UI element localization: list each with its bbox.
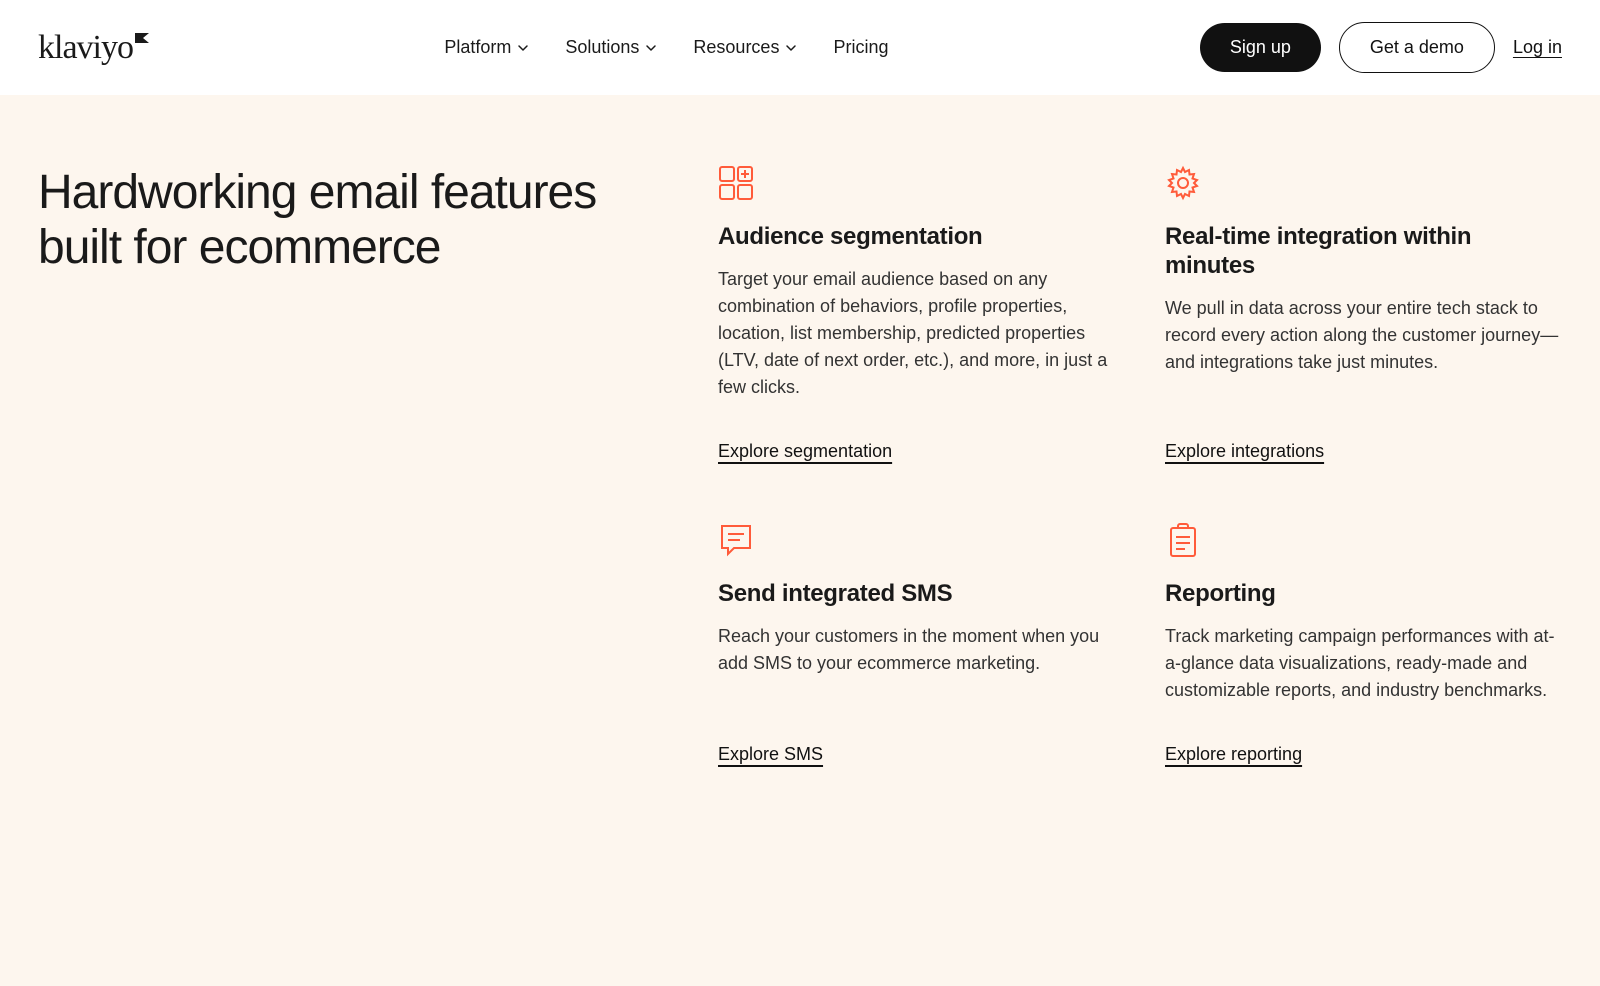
nav-item-platform[interactable]: Platform [444,37,529,58]
nav-item-resources[interactable]: Resources [693,37,797,58]
get-demo-button[interactable]: Get a demo [1339,22,1495,73]
grid-icon [718,165,754,201]
nav-label: Pricing [833,37,888,58]
nav-label: Solutions [565,37,639,58]
explore-segmentation-link[interactable]: Explore segmentation [718,441,892,462]
hero-section: Hardworking email features built for eco… [0,95,1600,986]
nav-label: Resources [693,37,779,58]
feature-title: Real-time integration within minutes [1165,223,1562,281]
feature-audience-segmentation: Audience segmentation Target your email … [718,165,1115,462]
chevron-down-icon [517,42,529,54]
nav-item-solutions[interactable]: Solutions [565,37,657,58]
clipboard-icon [1165,522,1201,558]
feature-realtime-integration: Real-time integration within minutes We … [1165,165,1562,462]
feature-reporting: Reporting Track marketing campaign perfo… [1165,522,1562,765]
nav-item-pricing[interactable]: Pricing [833,37,888,58]
nav-label: Platform [444,37,511,58]
feature-desc: Target your email audience based on any … [718,266,1115,401]
header-actions: Sign up Get a demo Log in [1200,22,1562,73]
brand-text: klaviyo [38,29,133,66]
features-grid: Audience segmentation Target your email … [718,165,1562,765]
feature-title: Audience segmentation [718,223,982,252]
main-nav: Platform Solutions Resources Pricing [444,37,888,58]
chat-icon [718,522,754,558]
login-link[interactable]: Log in [1513,37,1562,58]
feature-title: Send integrated SMS [718,580,952,609]
chevron-down-icon [785,42,797,54]
chevron-down-icon [645,42,657,54]
hero-left: Hardworking email features built for eco… [38,165,658,765]
feature-desc: Track marketing campaign performances wi… [1165,623,1562,704]
hero-title: Hardworking email features built for eco… [38,165,658,275]
explore-sms-link[interactable]: Explore SMS [718,744,823,765]
explore-integrations-link[interactable]: Explore integrations [1165,441,1324,462]
feature-title: Reporting [1165,580,1276,609]
feature-integrated-sms: Send integrated SMS Reach your customers… [718,522,1115,765]
signup-button[interactable]: Sign up [1200,23,1321,72]
explore-reporting-link[interactable]: Explore reporting [1165,744,1302,765]
brand-logo[interactable]: klaviyo [38,29,133,67]
site-header: klaviyo Platform Solutions Resources Pri… [0,0,1600,95]
brand-flag-icon [135,33,149,43]
gear-icon [1165,165,1201,201]
feature-desc: We pull in data across your entire tech … [1165,295,1562,376]
feature-desc: Reach your customers in the moment when … [718,623,1115,677]
